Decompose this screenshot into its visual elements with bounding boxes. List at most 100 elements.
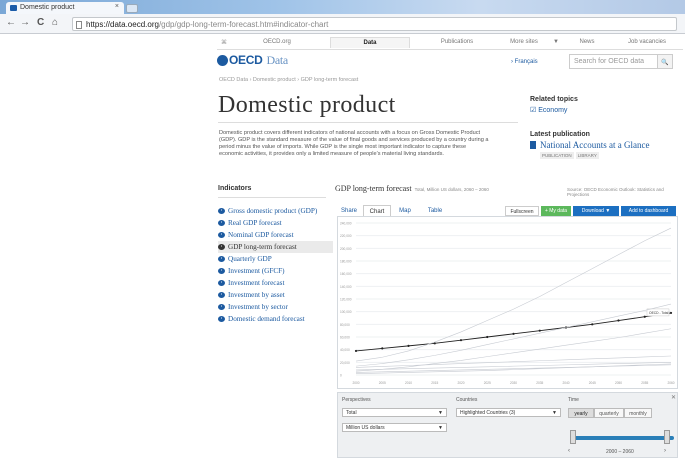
related-topic-link[interactable]: ☑ Economy [530,106,567,114]
chevron-down-icon: ▼ [438,410,443,416]
divider [218,197,326,198]
slider-start-handle[interactable] [570,430,576,444]
search-button[interactable]: 🔍 [657,54,673,69]
home-icon[interactable]: ⌂ [52,17,58,28]
arrow-right-icon: › [218,268,225,274]
arrow-right-icon: › [218,316,225,322]
chevron-right-icon[interactable]: › [664,448,666,454]
indicator-label: Nominal GDP forecast [228,231,294,239]
add-to-dashboard-button[interactable]: Add to dashboard [621,206,676,216]
countries-select-value: Highlighted Countries (3) [460,410,516,416]
indicators-heading: Indicators [218,185,252,192]
oecd-small-logo-icon[interactable]: ⌘ [221,39,227,46]
tab-title: Domestic product [20,4,75,11]
time-range-slider[interactable] [574,436,674,440]
indicator-label: Investment (GFCF) [228,267,285,275]
x-tick-label: 2055 [641,381,648,385]
indicator-item[interactable]: › Gross domestic product (GDP) [218,205,333,217]
indicator-item[interactable]: › Investment (GFCF) [218,265,333,277]
indicator-label: Investment by asset [228,291,285,299]
latest-publication-link[interactable]: National Accounts at a Glance [530,140,649,150]
x-tick-label: 2060 [667,381,674,385]
slider-end-handle[interactable] [664,430,670,444]
arrow-right-icon: › [218,220,225,226]
line-chart[interactable]: 0 20,000 40,000 60,000 80,000 100,000 120,000 1… [338,217,679,390]
new-tab-button[interactable] [126,4,138,13]
chart-area[interactable]: 0 20,000 40,000 60,000 80,000 100,000 120,000 1… [337,216,678,389]
indicator-item[interactable]: › Domestic demand forecast [218,313,333,325]
y-tick-label: 100,000 [340,310,352,314]
total-select[interactable]: Total ▼ [342,408,447,417]
chart-source[interactable]: Source: OECD Economic Outlook: Statistic… [567,187,685,197]
y-tick-label: 40,000 [340,348,350,352]
y-tick-label: 200,000 [340,247,352,251]
language-link[interactable]: › Français [511,59,538,65]
data-point [591,323,594,326]
countries-select[interactable]: Highlighted Countries (3) ▼ [456,408,561,417]
unit-select[interactable]: Million US dollars ▼ [342,423,447,432]
chart-controls: Perspectives Total ▼ Million US dollars ▼ … [337,392,678,458]
arrow-right-icon: › [218,292,225,298]
topnav-publications[interactable]: Publications [417,39,497,45]
y-tick-label: 80,000 [340,323,350,327]
series-label: OECD - Total [649,311,669,315]
indicator-list: › Gross domestic product (GDP) › Real GDP f… [218,205,333,325]
close-icon[interactable]: ✕ [671,394,676,401]
x-tick-label: 2015 [431,381,438,385]
indicator-item[interactable]: › GDP long-term forecast [218,241,333,253]
indicator-item[interactable]: › Nominal GDP forecast [218,229,333,241]
tag-publication[interactable]: PUBLICATION [540,152,574,159]
time-monthly-toggle[interactable]: monthly [624,408,652,418]
breadcrumb[interactable]: OECD Data › Domestic product › GDP long-… [219,77,358,83]
publication-title: National Accounts at a Glance [540,140,650,150]
y-tick-label: 220,000 [340,234,352,238]
page-icon [76,21,82,29]
logo-subtext: Data [266,53,288,67]
topnav-news[interactable]: News [562,39,612,45]
unit-select-value: Million US dollars [346,425,385,431]
x-tick-label: 2030 [510,381,517,385]
data-point [643,315,646,318]
indicator-item[interactable]: › Quarterly GDP [218,253,333,265]
search-icon: 🔍 [661,60,669,66]
topnav-job-vacancies[interactable]: Job vacancies [612,39,682,45]
y-tick-label: 240,000 [340,222,352,226]
indicator-item[interactable]: › Investment forecast [218,277,333,289]
more-sites-caret-icon[interactable]: ▼ [549,39,563,45]
download-button[interactable]: Download ▼ [573,206,619,216]
browser-tab-strip: Domestic product × [0,0,685,14]
page-title: Domestic product [218,92,396,118]
browser-tab[interactable]: Domestic product × [6,2,124,14]
x-tick-label: 2005 [379,381,386,385]
my-data-button[interactable]: + My data [541,206,571,216]
y-tick-label: 160,000 [340,272,352,276]
chart-title: GDP long-term forecast Total, Million US … [335,184,489,193]
oecd-data-logo[interactable]: OECD Data [217,53,288,68]
time-quarterly-toggle[interactable]: quarterly [594,408,624,418]
address-bar[interactable]: https://data.oecd.org/gdp/gdp-long-term-… [72,17,677,31]
y-tick-label: 60,000 [340,336,350,340]
topnav-data[interactable]: Data [330,37,410,48]
indicator-item[interactable]: › Investment by sector [218,301,333,313]
y-tick-label: 140,000 [340,285,352,289]
indicator-item[interactable]: › Real GDP forecast [218,217,333,229]
fullscreen-button[interactable]: Fullscreen [505,206,539,216]
back-icon[interactable]: ← [6,17,16,28]
tag-library[interactable]: LIBRARY [575,152,599,159]
topnav-more-sites[interactable]: More sites [499,39,549,45]
arrow-right-icon: › [218,280,225,286]
indicator-item[interactable]: › Investment by asset [218,289,333,301]
data-point [538,329,541,332]
chevron-left-icon[interactable]: ‹ [568,448,570,454]
reload-icon[interactable]: C [37,17,44,28]
data-point [512,332,515,335]
series-line [355,312,672,352]
indicator-label: Domestic demand forecast [228,315,305,323]
forward-icon[interactable]: → [20,17,30,28]
x-tick-label: 2020 [457,381,464,385]
topnav-oecd-org[interactable]: OECD.org [237,39,317,45]
tab-close-icon[interactable]: × [115,3,119,10]
x-tick-label: 2010 [405,381,412,385]
data-point [407,344,410,347]
time-yearly-toggle[interactable]: yearly [568,408,594,418]
